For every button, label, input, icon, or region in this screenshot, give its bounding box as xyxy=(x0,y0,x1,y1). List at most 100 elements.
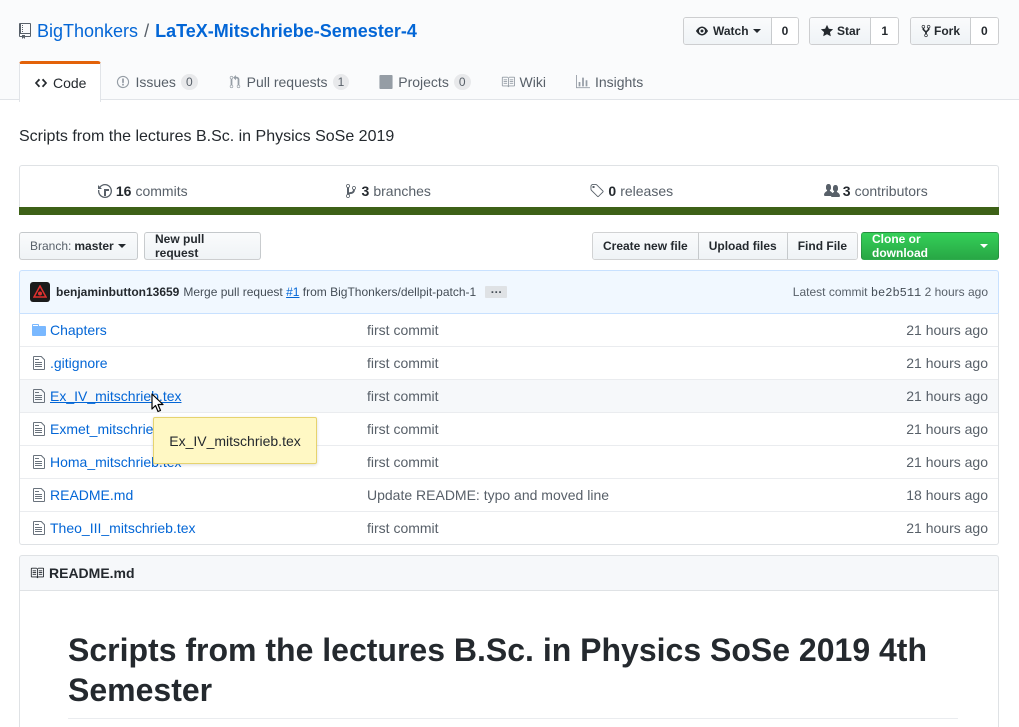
tab-projects[interactable]: Projects 0 xyxy=(364,61,485,101)
releases-label: releases xyxy=(620,182,674,199)
table-row: Theo_III_mitschrieb.tex first commit 21 … xyxy=(20,511,998,544)
watch-button[interactable]: Watch xyxy=(684,18,772,44)
file-icon xyxy=(33,521,45,535)
file-age: 21 hours ago xyxy=(906,355,988,371)
file-commit-message[interactable]: first commit xyxy=(367,520,858,536)
chevron-down-icon xyxy=(117,244,126,248)
issue-icon xyxy=(117,75,130,88)
clone-download-button[interactable]: Clone or download xyxy=(861,232,999,260)
table-row: README.md Update README: typo and moved … xyxy=(20,478,998,511)
people-icon xyxy=(823,183,840,197)
expand-commit-button[interactable]: … xyxy=(485,283,508,298)
readme-body: Scripts from the lectures B.Sc. in Physi… xyxy=(19,590,999,727)
fork-label: Fork xyxy=(934,24,961,38)
latest-commit-bar: benjaminbutton13659 Merge pull request #… xyxy=(19,270,999,314)
file-name-link[interactable]: .gitignore xyxy=(50,355,367,371)
history-icon xyxy=(97,183,112,198)
language-bar[interactable] xyxy=(19,207,999,215)
file-age: 21 hours ago xyxy=(906,520,988,536)
commit-age: 2 hours ago xyxy=(924,284,988,299)
star-button[interactable]: Star xyxy=(810,18,872,44)
commits-count: 16 xyxy=(115,182,132,199)
tab-wiki-label: Wiki xyxy=(519,73,546,90)
readme-filename: README.md xyxy=(49,565,135,581)
star-label: Star xyxy=(837,24,861,38)
watch-count[interactable]: 0 xyxy=(771,18,799,44)
commit-message-suffix[interactable]: from BigThonkers/dellpit-patch-1 xyxy=(303,285,476,299)
latest-commit-meta: Latest commit be2b511 2 hours ago xyxy=(793,285,988,300)
graph-icon xyxy=(575,74,590,88)
commit-sha-link[interactable]: be2b511 xyxy=(871,286,921,300)
file-name-link[interactable]: README.md xyxy=(50,487,367,503)
new-pull-request-button[interactable]: New pull request xyxy=(144,232,261,260)
table-row: Chapters first commit 21 hours ago xyxy=(20,313,998,346)
repo-nav-tabs: Code Issues 0 Pull requests 1 Projects 0… xyxy=(19,61,658,102)
table-row: .gitignore first commit 21 hours ago xyxy=(20,346,998,379)
file-actions-group: Create new file Upload files Find File xyxy=(592,232,859,260)
file-commit-message[interactable]: Update README: typo and moved line xyxy=(367,487,858,503)
file-name-tooltip: Ex_IV_mitschrieb.tex xyxy=(153,417,317,464)
tab-insights-label: Insights xyxy=(594,73,644,90)
tab-wiki[interactable]: Wiki xyxy=(486,61,561,101)
file-icon xyxy=(33,389,45,403)
file-commit-message[interactable]: first commit xyxy=(367,454,858,470)
upload-files-button[interactable]: Upload files xyxy=(698,233,788,259)
latest-commit-label: Latest commit xyxy=(792,284,868,299)
releases-count: 0 xyxy=(608,182,617,199)
book-icon xyxy=(501,76,515,87)
create-new-file-button[interactable]: Create new file xyxy=(593,233,699,259)
star-icon xyxy=(820,24,834,37)
file-icon xyxy=(33,488,45,502)
file-commit-message[interactable]: first commit xyxy=(367,355,858,371)
repo-name-link[interactable]: LaTeX-Mitschriebe-Semester-4 xyxy=(155,21,417,42)
watch-group: Watch 0 xyxy=(683,17,800,45)
branches-label: branches xyxy=(373,182,431,199)
readme-heading: Scripts from the lectures B.Sc. in Physi… xyxy=(68,630,958,719)
branch-name: master xyxy=(74,239,114,253)
fork-count[interactable]: 0 xyxy=(971,18,998,44)
book-icon xyxy=(30,567,44,579)
star-count[interactable]: 1 xyxy=(871,18,899,44)
tab-insights[interactable]: Insights xyxy=(561,61,658,101)
avatar-icon xyxy=(33,285,47,298)
file-name-link[interactable]: Ex_IV_mitschrieb.tex xyxy=(50,388,367,404)
tag-icon xyxy=(590,183,604,197)
pull-requests-counter: 1 xyxy=(332,73,350,90)
branch-select-button[interactable]: Branch: master xyxy=(19,232,138,260)
commit-author[interactable]: benjaminbutton13659 xyxy=(56,285,179,299)
repo-title: BigThonkers / LaTeX-Mitschriebe-Semester… xyxy=(19,19,417,43)
file-age: 21 hours ago xyxy=(906,321,988,338)
pull-request-link[interactable]: #1 xyxy=(286,285,299,299)
file-icon xyxy=(33,356,45,370)
repo-owner-link[interactable]: BigThonkers xyxy=(37,21,138,42)
commit-message-prefix[interactable]: Merge pull request xyxy=(183,285,282,299)
projects-counter: 0 xyxy=(453,73,471,90)
tab-code[interactable]: Code xyxy=(19,61,102,102)
readme-header: README.md xyxy=(19,555,999,591)
fork-group: Fork 0 xyxy=(910,17,999,45)
code-icon xyxy=(34,78,48,88)
tab-pull-requests[interactable]: Pull requests 1 xyxy=(213,61,365,101)
tab-code-label: Code xyxy=(53,75,87,91)
fork-icon xyxy=(921,24,931,38)
repo-description: Scripts from the lectures B.Sc. in Physi… xyxy=(19,128,395,145)
contributors-label: contributors xyxy=(854,182,928,199)
file-name-link[interactable]: Chapters xyxy=(50,322,367,338)
file-name-link[interactable]: Theo_III_mitschrieb.tex xyxy=(50,520,367,536)
file-commit-message[interactable]: first commit xyxy=(367,421,858,437)
avatar[interactable] xyxy=(30,282,50,302)
clone-download-label: Clone or download xyxy=(872,232,928,260)
chevron-down-icon xyxy=(980,244,988,248)
mouse-cursor-icon xyxy=(151,393,164,413)
branch-prefix: Branch: xyxy=(30,239,72,253)
file-age: 18 hours ago xyxy=(906,487,988,503)
tab-pull-requests-label: Pull requests xyxy=(246,73,328,90)
find-file-button[interactable]: Find File xyxy=(787,233,858,259)
tab-issues[interactable]: Issues 0 xyxy=(101,61,212,101)
branch-icon xyxy=(345,183,356,198)
file-commit-message[interactable]: first commit xyxy=(367,322,858,338)
fork-button[interactable]: Fork xyxy=(911,18,972,44)
file-commit-message[interactable]: first commit xyxy=(367,388,858,404)
table-row: Ex_IV_mitschrieb.tex first commit 21 hou… xyxy=(20,379,998,412)
file-age: 21 hours ago xyxy=(906,421,988,437)
